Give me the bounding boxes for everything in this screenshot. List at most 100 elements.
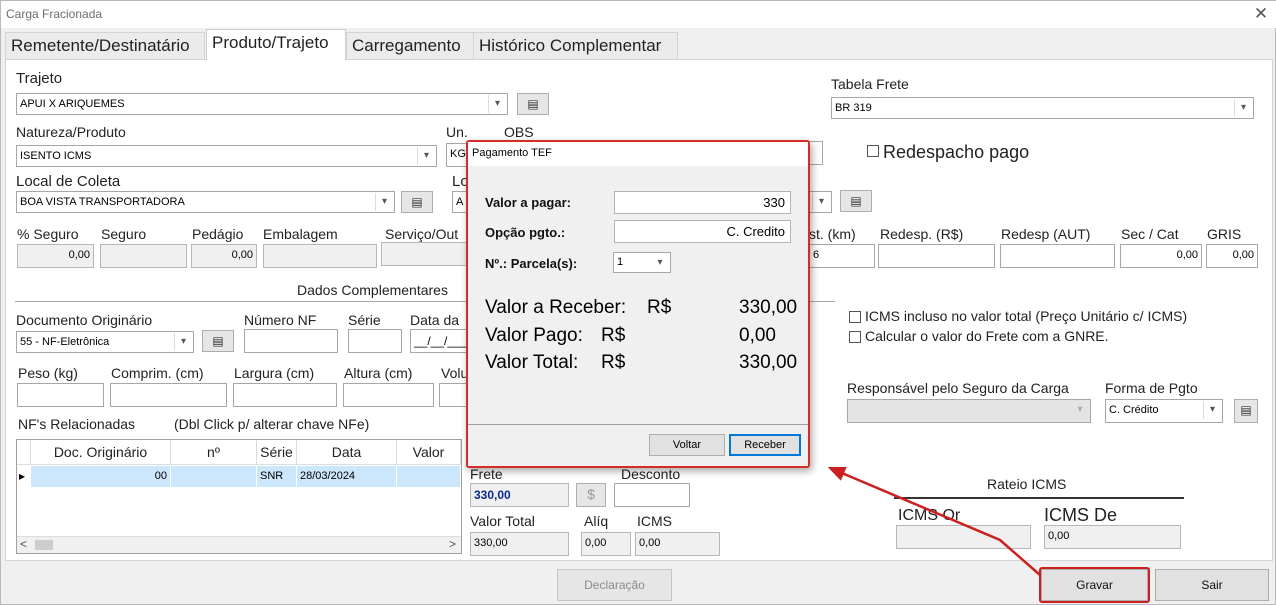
local-entrega-value: A [456,196,464,208]
redesp-rs-field[interactable] [878,244,995,268]
icms-incluso-checkbox[interactable] [849,311,861,323]
distancia-label: st. (km) [809,226,856,242]
valor-total-field[interactable]: 330,00 [470,532,569,556]
tabela-frete-select[interactable]: BR 319 ▾ [831,97,1254,119]
tabela-frete-value: BR 319 [835,102,872,114]
valor-pago-label: Valor Pago: [485,325,583,346]
redespacho-pago-checkbox[interactable] [867,145,879,157]
row-numero[interactable] [171,466,257,487]
nfs-grid: Doc. Originário nº Série Data Valor ▸ 00… [16,439,462,554]
horizontal-scrollbar[interactable]: < > [17,536,461,553]
close-icon[interactable]: ✕ [1251,3,1271,25]
sair-button[interactable]: Sair [1155,569,1269,601]
documento-list-button[interactable]: ▤ [202,330,234,352]
redespacho-pago-label: Redespacho pago [883,142,1030,162]
local-coleta-select[interactable]: BOA VISTA TRANSPORTADORA ▾ [16,191,395,213]
gris-field[interactable]: 0,00 [1206,244,1258,268]
pedagio-field[interactable]: 0,00 [191,244,257,268]
list-icon: ▤ [527,97,539,111]
column-header[interactable]: Doc. Originário [31,440,171,465]
desconto-field[interactable] [614,483,690,507]
distancia-field[interactable]: 6 [809,244,875,268]
forma-pgto-select[interactable]: C. Crédito ▾ [1105,399,1223,423]
redesp-aut-field[interactable] [1000,244,1115,268]
column-header[interactable]: nº [171,440,257,465]
chevron-down-icon[interactable]: ▾ [1234,99,1252,117]
volume-field[interactable] [439,383,469,407]
seguro-field[interactable] [100,244,187,268]
column-header[interactable]: Série [257,440,297,465]
chevron-down-icon[interactable]: ▾ [812,193,830,211]
tab-historico[interactable]: Histórico Complementar [473,32,678,59]
frete-field[interactable]: 330,00 [470,483,569,507]
declaracao-button[interactable]: Declaração [557,569,672,601]
valor-total-label: Valor Total [470,513,535,529]
altura-field[interactable] [343,383,434,407]
scroll-right-icon[interactable]: > [449,537,456,551]
valor-receber-label: Valor a Receber: [485,297,627,318]
sec-cat-field[interactable]: 0,00 [1120,244,1202,268]
voltar-button[interactable]: Voltar [649,434,725,456]
dialog-title: Pagamento TEF [468,142,808,166]
chevron-down-icon[interactable]: ▾ [651,254,669,271]
tab-remetente[interactable]: Remetente/Destinatário [5,32,205,59]
obs-label: OBS [504,124,534,140]
frete-label: Frete [470,466,503,482]
valor-pagar-field[interactable]: 330 [614,191,791,214]
local-coleta-label: Local de Coleta [16,173,121,190]
chevron-down-icon[interactable]: ▾ [174,333,192,351]
dollar-icon[interactable]: $ [576,483,606,507]
aliq-field[interactable]: 0,00 [581,532,631,556]
row-serie[interactable]: SNR [257,466,297,487]
valor-receber-currency: R$ [647,297,672,318]
tab-carregamento[interactable]: Carregamento [346,32,474,59]
trajeto-list-button[interactable]: ▤ [517,93,549,115]
chevron-down-icon[interactable]: ▾ [417,147,435,165]
icms-or-field[interactable] [896,525,1031,549]
row-indicator[interactable]: ▸ [17,466,31,487]
largura-field[interactable] [233,383,337,407]
row-data[interactable]: 28/03/2024 [297,466,397,487]
serie-field[interactable] [348,329,402,353]
peso-field[interactable] [17,383,104,407]
trajeto-select[interactable]: APUI X ARIQUEMES ▾ [16,93,508,115]
documento-select[interactable]: 55 - NF-Eletrônica ▾ [16,331,194,353]
icms-de-label: ICMS De [1044,505,1118,525]
icms-field[interactable]: 0,00 [635,532,720,556]
title-bar: Carga Fracionada ✕ [1,1,1276,28]
parcelas-select[interactable]: 1 ▾ [613,252,671,273]
forma-pgto-list-button[interactable]: ▤ [1234,399,1258,423]
chevron-down-icon[interactable]: ▾ [1071,401,1089,419]
opcao-pgto-label: Opção pgto.: [485,225,566,240]
scroll-thumb[interactable] [35,540,53,550]
valor-total-dialog-label: Valor Total: [485,352,579,373]
forma-pgto-value: C. Crédito [1109,404,1159,416]
local-coleta-list-button[interactable]: ▤ [401,191,433,213]
valor-receber-value: 330,00 [739,297,798,318]
responsavel-seguro-select[interactable]: ▾ [847,399,1091,423]
comprimento-field[interactable] [110,383,227,407]
numero-nf-label: Número NF [244,312,317,328]
redesp-rs-label: Redesp. (R$) [880,226,964,242]
receber-button[interactable]: Receber [729,434,801,456]
embalagem-field[interactable] [263,244,377,268]
data-emissao-field[interactable]: __/__/___ [410,329,468,353]
row-doc[interactable]: 00 [31,466,171,487]
peso-label: Peso (kg) [18,365,78,381]
chevron-down-icon[interactable]: ▾ [375,193,393,211]
calc-gnre-checkbox[interactable] [849,331,861,343]
natureza-select[interactable]: ISENTO ICMS ▾ [16,145,437,167]
icms-de-field[interactable]: 0,00 [1044,525,1181,549]
perc-seguro-field[interactable]: 0,00 [17,244,94,268]
tab-produto-trajeto[interactable]: Produto/Trajeto [206,29,346,60]
chevron-down-icon[interactable]: ▾ [1203,401,1221,419]
opcao-pgto-field[interactable]: C. Credito [614,220,791,243]
servico-field[interactable] [381,242,471,266]
chevron-down-icon[interactable]: ▾ [488,95,506,113]
row-valor[interactable] [397,466,461,487]
numero-nf-field[interactable] [244,329,338,353]
local-entrega-list-button[interactable]: ▤ [840,190,872,212]
column-header[interactable]: Valor [397,440,461,465]
column-header[interactable]: Data [297,440,397,465]
scroll-left-icon[interactable]: < [20,537,27,551]
